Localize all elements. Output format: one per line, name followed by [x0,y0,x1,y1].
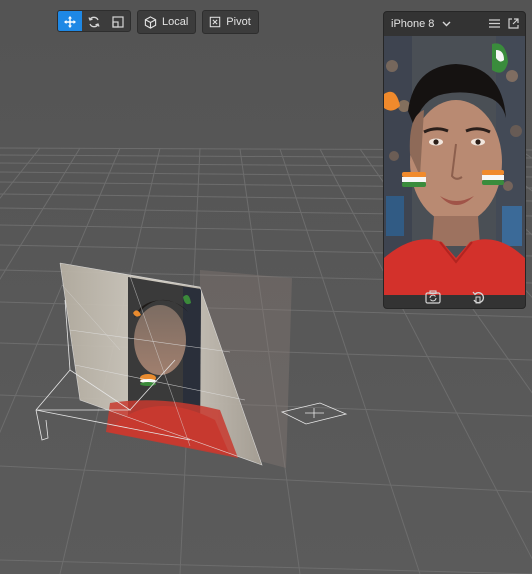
local-space-label: Local [162,16,189,28]
move-tool-button[interactable] [58,11,82,31]
device-preview-panel: iPhone 8 [383,11,526,309]
preview-header: iPhone 8 [384,12,525,35]
flag-right-cheek [482,170,504,185]
chevron-down-icon[interactable] [442,18,451,30]
popout-icon[interactable] [508,18,519,29]
scale-tool-button[interactable] [106,11,130,31]
rotate-tool-button[interactable] [82,11,106,31]
preview-camera-feed[interactable] [384,36,525,295]
transform-toolbar: Local Pivot [57,10,259,34]
preview-footer [384,285,525,308]
device-selector-label[interactable]: iPhone 8 [391,18,434,30]
camera-switch-icon[interactable] [424,289,441,304]
preview-image [384,36,525,295]
cube-icon [144,15,157,29]
rotate-icon [88,16,100,28]
flag-left-cheek [402,172,426,187]
pivot-button[interactable]: Pivot [202,10,259,34]
scale-icon [112,16,124,28]
pivot-icon [210,16,221,28]
local-space-button[interactable]: Local [137,10,197,34]
pivot-label: Pivot [226,16,251,28]
hamburger-menu-icon[interactable] [489,19,500,28]
transform-tools-group [57,10,131,32]
reset-icon[interactable] [471,290,485,304]
move-arrows-icon [64,16,76,28]
